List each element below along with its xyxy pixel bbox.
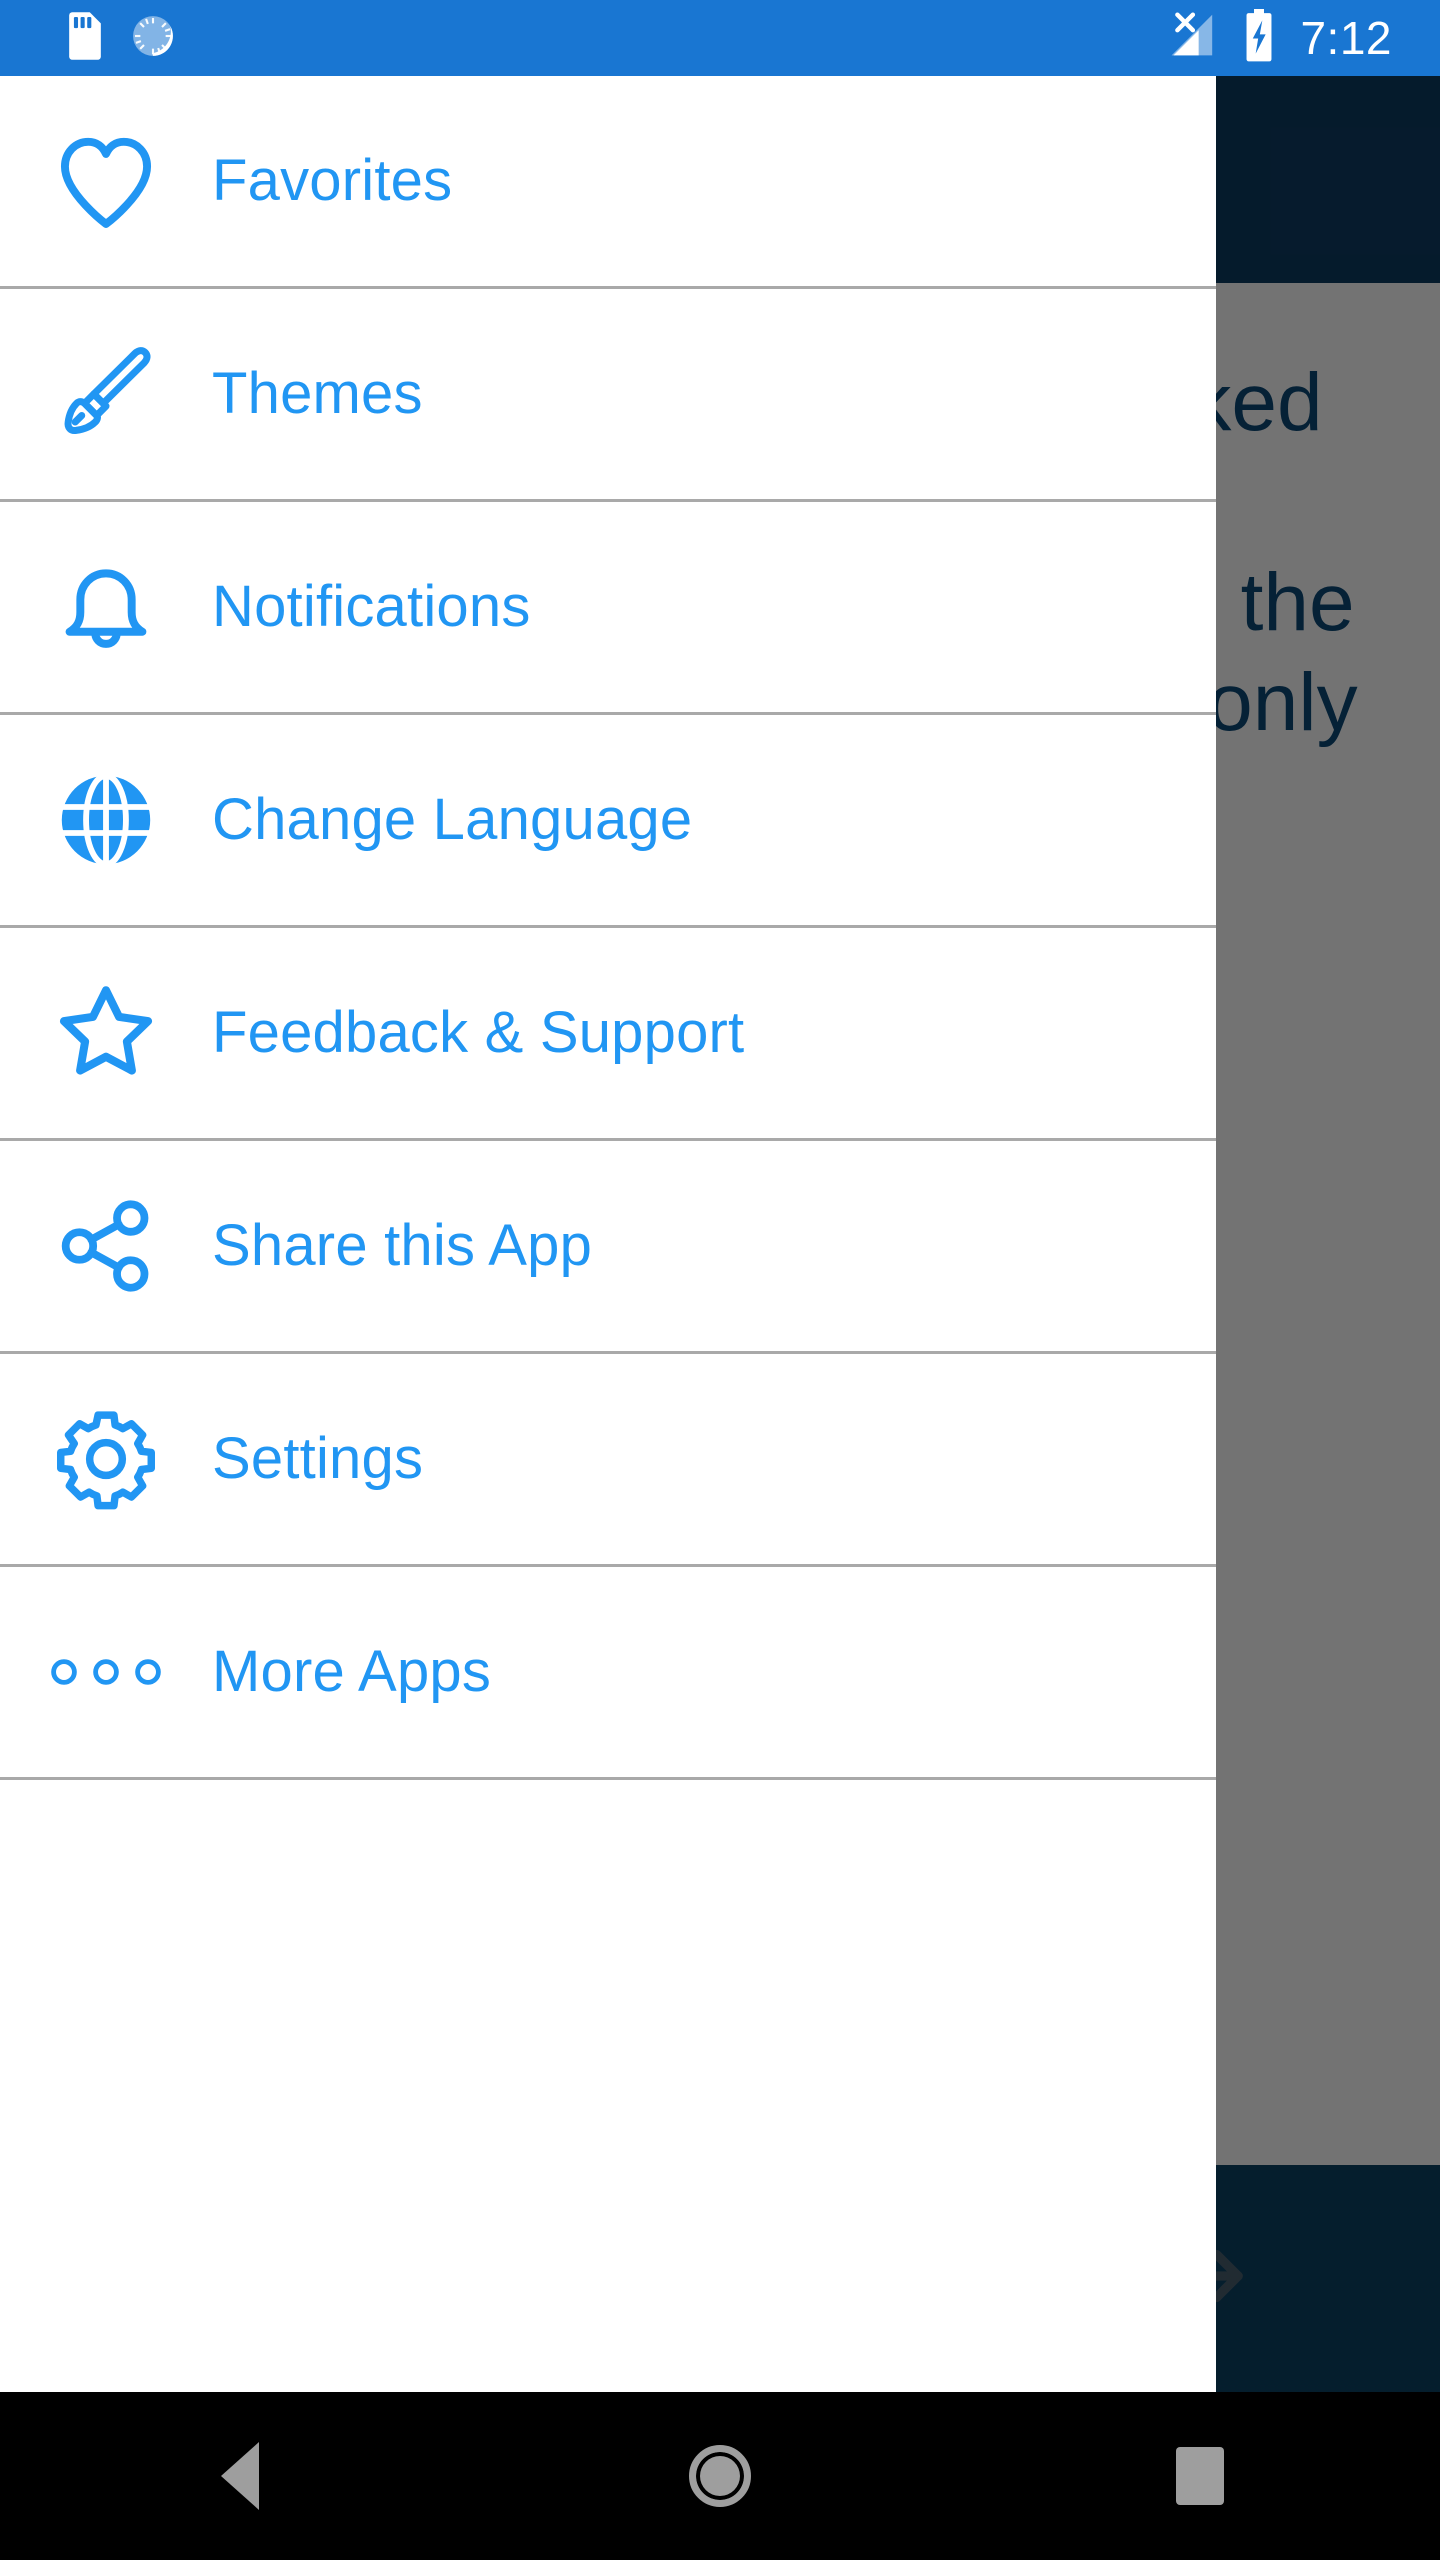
status-bar-clock: 7:12 <box>1300 12 1392 64</box>
nav-back-button[interactable] <box>140 2392 340 2560</box>
status-bar: 7:12 <box>0 0 1440 76</box>
drawer-item-change-language[interactable]: Change Language <box>0 715 1216 928</box>
paintbrush-icon <box>0 338 212 450</box>
drawer-empty-space <box>0 1780 1216 2190</box>
share-nodes-icon <box>0 1191 212 1301</box>
drawer-item-favorites[interactable]: Favorites <box>0 76 1216 289</box>
nav-recents-button[interactable] <box>1100 2392 1300 2560</box>
drawer-item-settings[interactable]: Settings <box>0 1354 1216 1567</box>
phone-screen: A rich man and a poor man walked down th… <box>0 0 1440 2560</box>
drawer-item-label: Favorites <box>212 148 453 213</box>
bell-outline-icon <box>0 551 212 663</box>
navigation-drawer: Favorites Themes Notifications Change La… <box>0 76 1216 2392</box>
drawer-item-label: Share this App <box>212 1213 593 1278</box>
triangle-left-icon <box>221 2442 259 2510</box>
drawer-item-label: Themes <box>212 361 423 426</box>
battery-charging-icon <box>1242 8 1276 68</box>
globe-icon <box>0 768 212 872</box>
drawer-item-label: More Apps <box>212 1639 492 1704</box>
drawer-item-share-this-app[interactable]: Share this App <box>0 1141 1216 1354</box>
circle-icon <box>689 2445 751 2507</box>
signal-no-sim-icon <box>1160 10 1218 67</box>
drawer-item-label: Notifications <box>212 574 531 639</box>
star-outline-icon <box>0 976 212 1090</box>
heart-outline-icon <box>0 125 212 237</box>
square-icon <box>1176 2447 1224 2505</box>
android-nav-bar <box>0 2392 1440 2560</box>
drawer-item-label: Settings <box>212 1426 424 1491</box>
sim-card-icon <box>66 11 104 65</box>
drawer-item-label: Feedback & Support <box>212 1000 745 1065</box>
drawer-item-themes[interactable]: Themes <box>0 289 1216 502</box>
drawer-item-feedback-support[interactable]: Feedback & Support <box>0 928 1216 1141</box>
drawer-item-notifications[interactable]: Notifications <box>0 502 1216 715</box>
three-circles-icon <box>0 1652 212 1692</box>
drawer-item-more-apps[interactable]: More Apps <box>0 1567 1216 1780</box>
loading-spinner-icon <box>130 13 176 64</box>
gear-outline-icon <box>0 1403 212 1515</box>
drawer-item-label: Change Language <box>212 787 693 852</box>
nav-home-button[interactable] <box>620 2392 820 2560</box>
